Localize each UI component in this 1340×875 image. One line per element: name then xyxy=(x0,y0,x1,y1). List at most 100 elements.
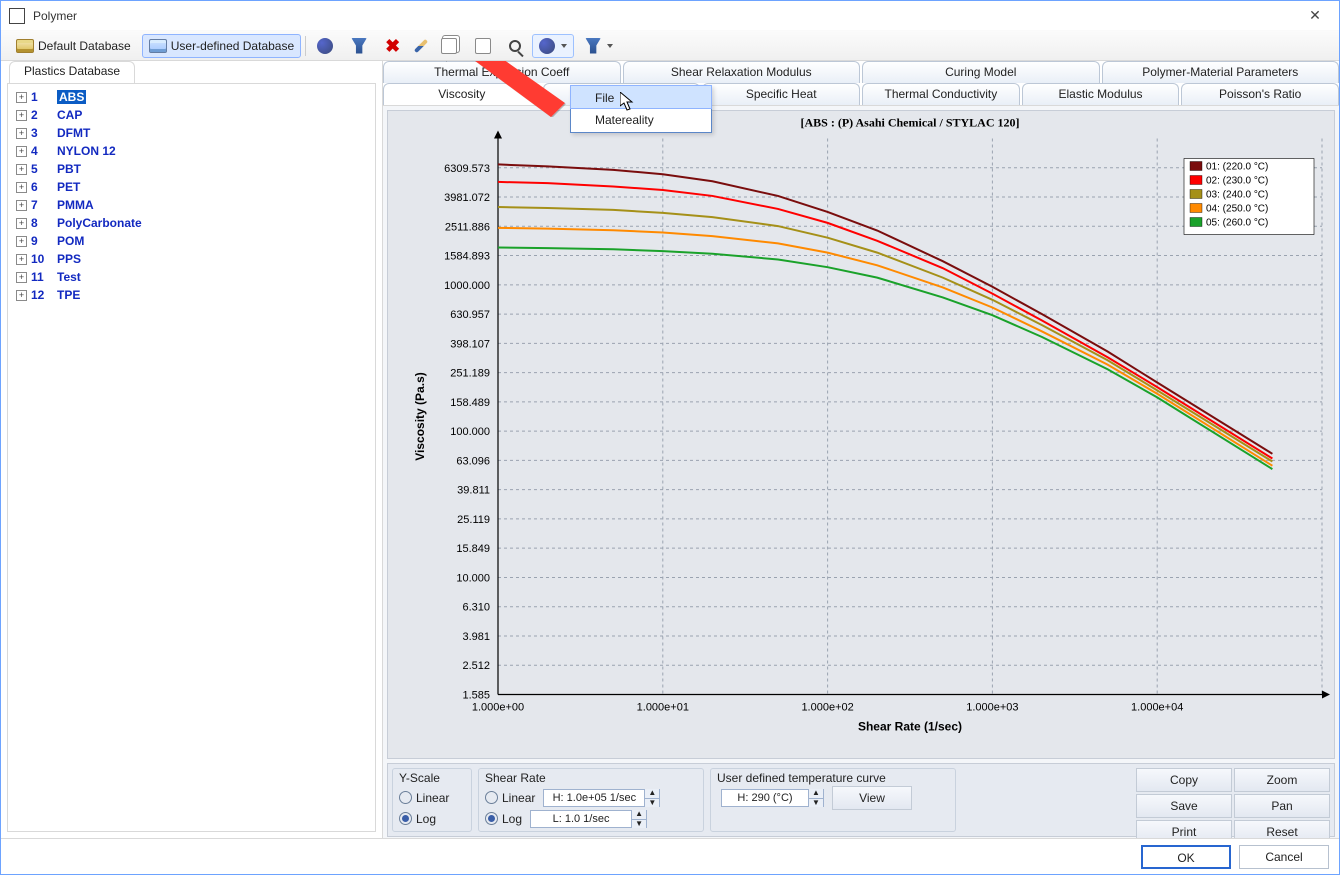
cancel-button[interactable]: Cancel xyxy=(1239,845,1329,869)
tree-item-num: 5 xyxy=(31,162,53,176)
tree-item[interactable]: +9POM xyxy=(14,232,375,250)
yscale-title: Y-Scale xyxy=(399,771,465,785)
toolbar-search[interactable] xyxy=(502,34,528,58)
shearrate-low-spin[interactable]: L: 1.0 1/sec▲▼ xyxy=(530,810,647,828)
expand-icon[interactable]: + xyxy=(16,290,27,301)
tree-item[interactable]: +11Test xyxy=(14,268,375,286)
tab[interactable]: Thermal Conductivity xyxy=(862,83,1020,105)
tab[interactable]: Elastic Modulus xyxy=(1022,83,1180,105)
expand-icon[interactable]: + xyxy=(16,146,27,157)
svg-text:04: (250.0 °C): 04: (250.0 °C) xyxy=(1206,204,1268,215)
expand-icon[interactable]: + xyxy=(16,182,27,193)
spin-down-icon[interactable]: ▼ xyxy=(809,798,823,807)
tab[interactable]: Specific Heat xyxy=(702,83,860,105)
tree-item[interactable]: +10PPS xyxy=(14,250,375,268)
close-button[interactable]: ✕ xyxy=(1299,7,1331,24)
delete-icon: ✖ xyxy=(385,39,401,53)
expand-icon[interactable]: + xyxy=(16,218,27,229)
app-icon xyxy=(9,8,25,24)
yscale-log-radio[interactable]: Log xyxy=(399,808,465,829)
tree-item[interactable]: +6PET xyxy=(14,178,375,196)
spin-up-icon[interactable]: ▲ xyxy=(645,789,659,798)
expand-icon[interactable]: + xyxy=(16,128,27,139)
dropdown-item-file[interactable]: File xyxy=(570,85,712,109)
shearrate-log-radio[interactable]: Log L: 1.0 1/sec▲▼ xyxy=(485,808,697,829)
shearrate-high-spin[interactable]: H: 1.0e+05 1/sec▲▼ xyxy=(543,789,660,807)
svg-text:Viscosity (Pa.s): Viscosity (Pa.s) xyxy=(413,372,427,461)
tree-item[interactable]: +5PBT xyxy=(14,160,375,178)
tree-item-label: NYLON 12 xyxy=(57,144,116,158)
yscale-linear-radio[interactable]: Linear xyxy=(399,787,465,808)
tab[interactable]: Thermal Expansion Coeff xyxy=(383,61,621,83)
ok-button[interactable]: OK xyxy=(1141,845,1231,869)
print-button[interactable]: Print xyxy=(1136,820,1232,838)
titlebar: Polymer ✕ xyxy=(1,1,1339,31)
expand-icon[interactable]: + xyxy=(16,164,27,175)
reset-button[interactable]: Reset xyxy=(1234,820,1330,838)
dropdown-item-matereality[interactable]: Matereality xyxy=(571,108,711,132)
tree-item-label: TPE xyxy=(57,288,80,302)
tree-item[interactable]: +8PolyCarbonate xyxy=(14,214,375,232)
toolbar-filter-dropdown[interactable] xyxy=(578,34,620,58)
tree-item[interactable]: +3DFMT xyxy=(14,124,375,142)
action-buttons: Copy Zoom Save Pan Print Reset xyxy=(1136,768,1330,832)
view-button[interactable]: View xyxy=(832,786,912,810)
funnel-icon xyxy=(585,38,601,54)
default-database-label: Default Database xyxy=(38,39,131,53)
toolbar-icon-2[interactable] xyxy=(344,34,374,58)
tree-item[interactable]: +7PMMA xyxy=(14,196,375,214)
pan-button[interactable]: Pan xyxy=(1234,794,1330,818)
svg-text:2511.886: 2511.886 xyxy=(445,221,490,233)
tree-item-label: PPS xyxy=(57,252,81,266)
tree-item-label: Test xyxy=(57,270,81,284)
shearrate-linear-radio[interactable]: Linear H: 1.0e+05 1/sec▲▼ xyxy=(485,787,697,808)
svg-text:[ABS : (P) Asahi Chemical / S: [ABS : (P) Asahi Chemical / STYLAC 120] xyxy=(800,116,1019,130)
tab[interactable]: Shear Relaxation Modulus xyxy=(623,61,861,83)
expand-icon[interactable]: + xyxy=(16,92,27,103)
toolbar-import-dropdown[interactable] xyxy=(532,34,574,58)
svg-text:3981.072: 3981.072 xyxy=(444,192,490,204)
expand-icon[interactable]: + xyxy=(16,236,27,247)
tree-item[interactable]: +1ABS xyxy=(14,88,375,106)
svg-text:1.585: 1.585 xyxy=(462,690,490,702)
tab[interactable]: Polymer-Material Parameters xyxy=(1102,61,1340,83)
toolbar-edit[interactable] xyxy=(412,34,430,58)
spin-down-icon[interactable]: ▼ xyxy=(645,798,659,807)
temperature-spin[interactable]: H: 290 (°C)▲▼ xyxy=(721,789,824,807)
toolbar-copy[interactable] xyxy=(434,34,464,58)
zoom-button[interactable]: Zoom xyxy=(1234,768,1330,792)
funnel-add-icon xyxy=(351,38,367,54)
tree-item[interactable]: +12TPE xyxy=(14,286,375,304)
tree-tab-row: Plastics Database xyxy=(1,61,382,83)
plastics-tree[interactable]: +1ABS+2CAP+3DFMT+4NYLON 12+5PBT+6PET+7PM… xyxy=(7,83,376,832)
spin-up-icon[interactable]: ▲ xyxy=(809,789,823,798)
save-button[interactable]: Save xyxy=(1136,794,1232,818)
toolbar-icon-1[interactable] xyxy=(310,34,340,58)
tree-item[interactable]: +2CAP xyxy=(14,106,375,124)
svg-text:251.189: 251.189 xyxy=(450,368,490,380)
copy-button[interactable]: Copy xyxy=(1136,768,1232,792)
svg-text:63.096: 63.096 xyxy=(456,455,490,467)
shearrate-title: Shear Rate xyxy=(485,771,697,785)
tab[interactable]: Curing Model xyxy=(862,61,1100,83)
tree-item[interactable]: +4NYLON 12 xyxy=(14,142,375,160)
default-database-button[interactable]: Default Database xyxy=(9,34,138,58)
tree-item-num: 9 xyxy=(31,234,53,248)
expand-icon[interactable]: + xyxy=(16,200,27,211)
tab[interactable]: Poisson's Ratio xyxy=(1181,83,1339,105)
expand-icon[interactable]: + xyxy=(16,110,27,121)
expand-icon[interactable]: + xyxy=(16,272,27,283)
tree-tab-header[interactable]: Plastics Database xyxy=(9,61,135,83)
spin-down-icon[interactable]: ▼ xyxy=(632,819,646,828)
spin-up-icon[interactable]: ▲ xyxy=(632,810,646,819)
tab[interactable]: Viscosity xyxy=(383,83,541,105)
user-defined-database-button[interactable]: User-defined Database xyxy=(142,34,301,58)
database-icon xyxy=(149,39,167,53)
toolbar-delete[interactable]: ✖ xyxy=(378,34,408,58)
paste-icon xyxy=(475,38,491,54)
svg-text:1.000e+01: 1.000e+01 xyxy=(637,702,689,714)
expand-icon[interactable]: + xyxy=(16,254,27,265)
toolbar-paste[interactable] xyxy=(468,34,498,58)
separator xyxy=(305,36,306,56)
database-icon xyxy=(16,39,34,53)
